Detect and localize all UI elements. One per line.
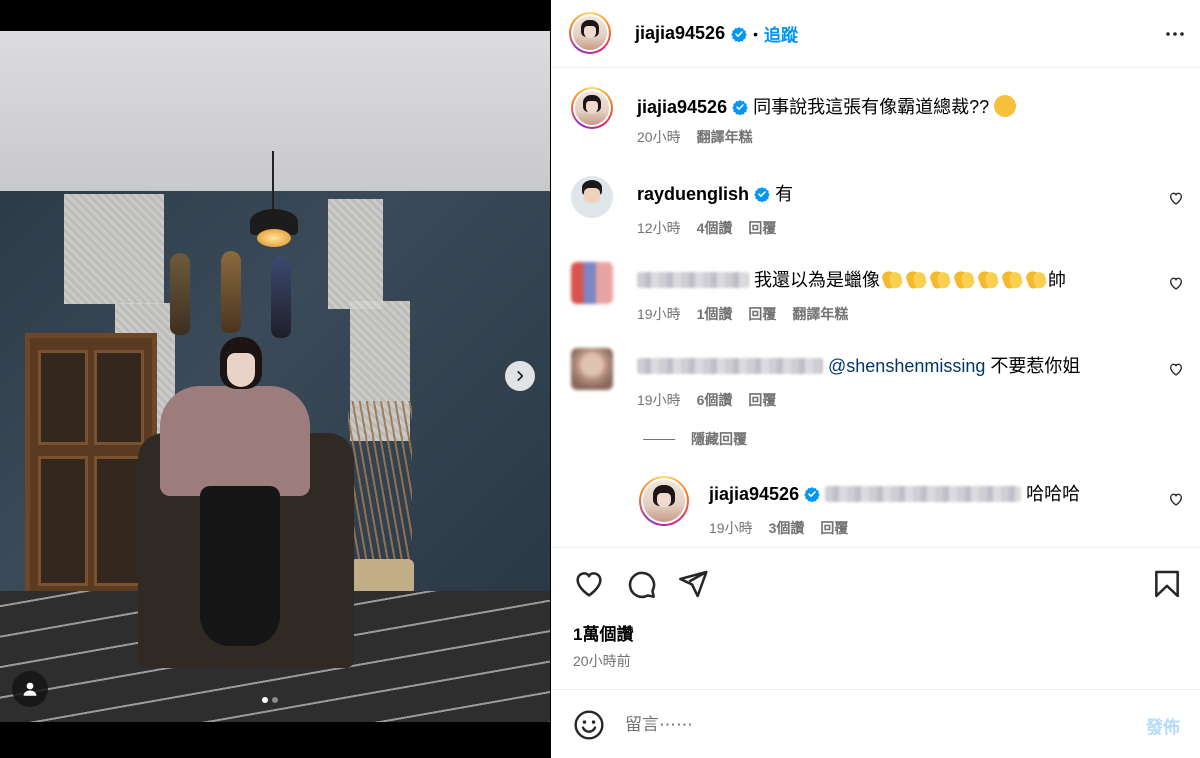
author-username[interactable]: jiajia94526 — [635, 23, 725, 44]
comment-likes[interactable]: 4個讚 — [697, 218, 733, 238]
reply-mention-blurred[interactable] — [825, 486, 1022, 502]
carousel-dot — [272, 697, 278, 703]
rofl-emoji-icon — [994, 95, 1017, 117]
reply-time[interactable]: 19小時 — [709, 518, 753, 538]
comment-likes[interactable]: 6個讚 — [697, 390, 733, 410]
like-heart-icon[interactable] — [573, 568, 605, 600]
author-avatar[interactable] — [569, 12, 611, 54]
translate-link[interactable]: 翻譯年糕 — [792, 304, 848, 324]
reply-text: 哈哈哈 — [1026, 484, 1081, 504]
follow-button[interactable]: 追蹤 — [764, 21, 798, 46]
hide-replies-button[interactable]: 隱藏回覆 — [643, 429, 747, 449]
clap-emoji-icon — [976, 268, 1000, 290]
clap-emoji-icon — [904, 268, 928, 290]
reply-button[interactable]: 回覆 — [748, 304, 776, 324]
reply-likes[interactable]: 3個讚 — [769, 518, 805, 538]
post-timestamp[interactable]: 20小時前 — [573, 651, 631, 671]
comment-text-suffix: 帥 — [1048, 270, 1067, 290]
commenter-username-blurred[interactable] — [637, 358, 823, 374]
bookmark-icon[interactable] — [1151, 568, 1183, 600]
comment-like-heart-icon[interactable] — [1168, 275, 1184, 291]
comment-time[interactable]: 19小時 — [637, 390, 681, 410]
chevron-right-icon — [517, 371, 524, 381]
commenter-avatar-blurred[interactable] — [571, 262, 613, 304]
comment-composer: 發佈 — [551, 691, 1200, 758]
clap-emoji-icon — [1000, 268, 1024, 290]
tagged-users-button[interactable] — [12, 671, 48, 707]
caption-time[interactable]: 20小時 — [637, 127, 681, 147]
commenter-username[interactable]: rayduenglish — [637, 184, 749, 204]
more-horizontal-icon — [1166, 32, 1184, 36]
comment-like-heart-icon[interactable] — [1168, 491, 1184, 507]
verified-badge-icon — [732, 100, 748, 115]
comment-like-heart-icon[interactable] — [1168, 190, 1184, 206]
comment-input[interactable] — [625, 711, 1105, 739]
comments-list: jiajia94526 同事說我這張有像霸道總裁?? 20小時 翻譯年糕 ray… — [551, 69, 1200, 547]
commenter-username-blurred[interactable] — [637, 272, 749, 288]
instagram-post-modal: jiajia94526 • 追蹤 jiajia94526 同事說我這張有像霸道總… — [0, 0, 1200, 758]
comment-likes[interactable]: 1個讚 — [697, 304, 733, 324]
divider-line — [643, 438, 675, 440]
post-side-panel: jiajia94526 • 追蹤 jiajia94526 同事說我這張有像霸道總… — [551, 0, 1200, 758]
comment-mention[interactable]: @shenshenmissing — [828, 356, 985, 376]
reply-button[interactable]: 回覆 — [748, 218, 776, 238]
commenter-avatar[interactable] — [571, 176, 613, 218]
user-icon — [23, 682, 37, 696]
emoji-smiley-icon[interactable] — [573, 709, 605, 741]
like-count[interactable]: 1萬個讚 — [573, 620, 633, 645]
caption-author-username[interactable]: jiajia94526 — [637, 97, 727, 117]
commenter-avatar-blurred[interactable] — [571, 348, 613, 390]
share-send-icon[interactable] — [677, 568, 709, 600]
verified-badge-icon — [731, 26, 747, 42]
caption-author-avatar[interactable] — [571, 87, 613, 129]
verified-badge-icon — [754, 187, 770, 202]
verified-badge-icon — [804, 487, 820, 502]
more-options-button[interactable] — [1162, 22, 1188, 46]
caption-text: 同事說我這張有像霸道總裁?? — [753, 97, 990, 117]
comment-like-heart-icon[interactable] — [1168, 361, 1184, 377]
clap-emoji-icon — [1024, 268, 1048, 290]
reply-author-username[interactable]: jiajia94526 — [709, 484, 799, 504]
reply-author-avatar[interactable] — [639, 476, 689, 526]
caption-translate-link[interactable]: 翻譯年糕 — [697, 127, 753, 147]
comment-time[interactable]: 12小時 — [637, 218, 681, 238]
reply-button[interactable]: 回覆 — [748, 390, 776, 410]
comment-time[interactable]: 19小時 — [637, 304, 681, 324]
clap-emoji-icon — [880, 268, 904, 290]
carousel-dot-active — [262, 697, 268, 703]
post-media — [0, 0, 550, 758]
post-actions: 1萬個讚 20小時前 — [551, 547, 1200, 690]
post-comment-button[interactable]: 發佈 — [1146, 713, 1180, 738]
carousel-indicator — [262, 697, 278, 703]
post-photo — [0, 31, 550, 722]
next-image-button[interactable] — [505, 361, 535, 391]
post-header: jiajia94526 • 追蹤 — [551, 0, 1200, 68]
comment-bubble-icon[interactable] — [625, 568, 657, 600]
comment-text: 不要惹你姐 — [990, 356, 1081, 376]
header-separator: • — [753, 25, 758, 42]
reply-button[interactable]: 回覆 — [820, 518, 848, 538]
clap-emoji-icon — [952, 268, 976, 290]
comment-text: 有 — [775, 184, 794, 204]
hide-replies-label: 隱藏回覆 — [691, 431, 747, 447]
clap-emoji-icon — [928, 268, 952, 290]
comment-text: 我還以為是蠟像 — [754, 270, 881, 290]
